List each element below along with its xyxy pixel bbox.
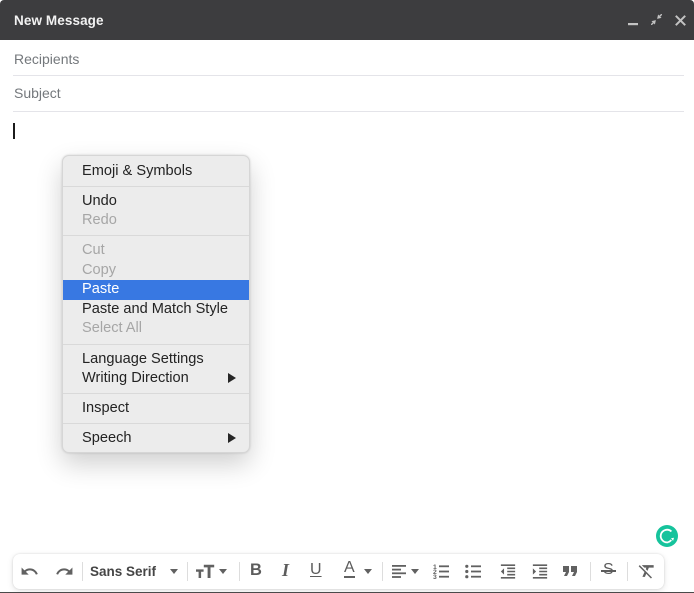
svg-text:3: 3: [433, 574, 437, 579]
